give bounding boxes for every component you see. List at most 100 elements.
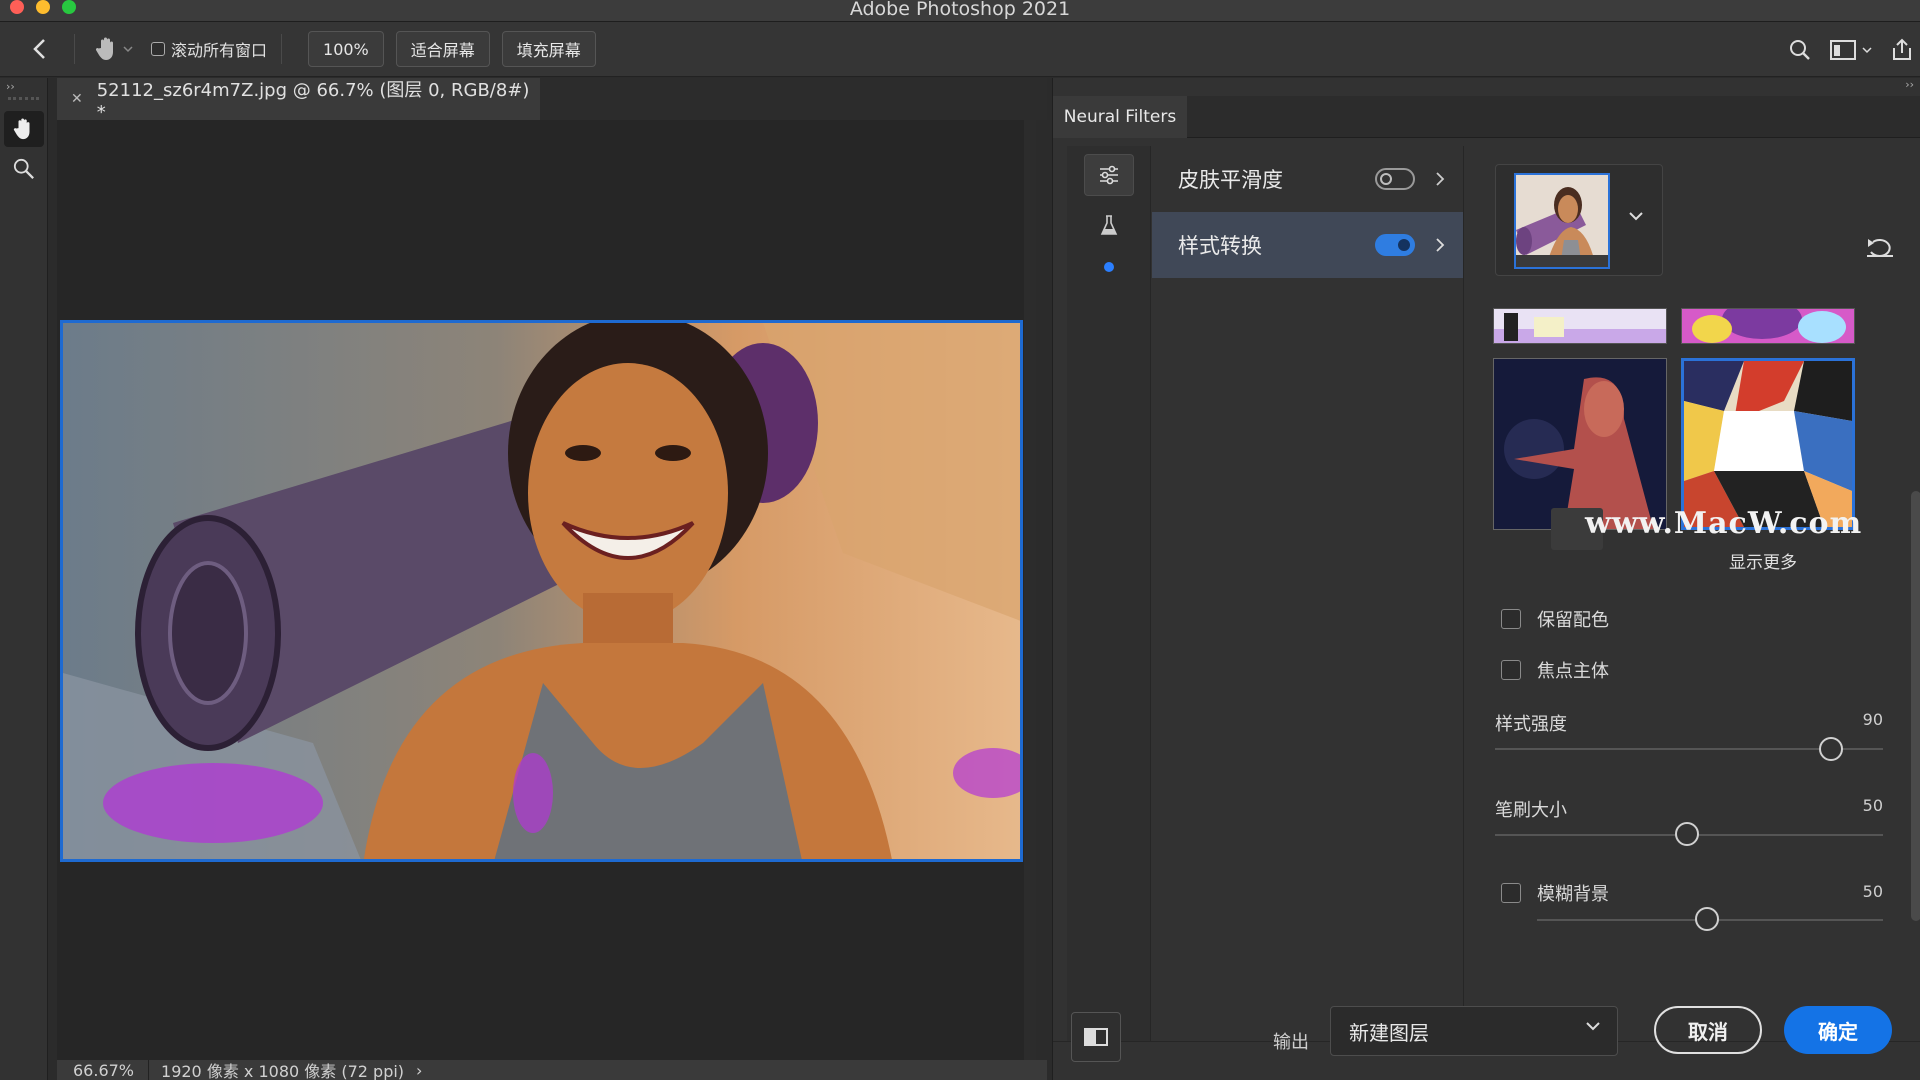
tool-preset-picker[interactable] <box>95 36 133 62</box>
style-preview-image <box>1494 309 1666 343</box>
tab-neural-filters[interactable]: Neural Filters <box>1053 96 1187 138</box>
search-icon[interactable] <box>1788 38 1812 62</box>
hand-icon <box>13 118 29 140</box>
style-strength-slider[interactable] <box>1819 737 1843 761</box>
brush-size-value: 50 <box>1862 796 1883 815</box>
beta-filters-category[interactable] <box>1084 204 1134 246</box>
style-thumbnail[interactable] <box>1493 308 1667 344</box>
chevron-right-icon[interactable] <box>1435 237 1445 253</box>
window-controls <box>10 0 76 14</box>
watermark-text: www.MacW.com <box>1585 506 1863 541</box>
style-preview-image <box>1684 361 1852 527</box>
checkbox-box[interactable] <box>151 42 165 56</box>
show-more-link[interactable]: 显示更多 <box>1465 548 1920 573</box>
options-bar: 滚动所有窗口 100% 适合屏幕 填充屏幕 <box>0 22 1920 77</box>
style-thumbnail-selected[interactable] <box>1681 358 1855 530</box>
filter-row-style-transfer[interactable]: 样式转换 <box>1152 212 1463 278</box>
stylized-portrait-image <box>63 323 1020 859</box>
document-info[interactable]: 1920 像素 x 1080 像素 (72 ppi) <box>149 1058 404 1080</box>
canvas-image[interactable] <box>60 320 1023 862</box>
reset-icon[interactable] <box>1865 236 1895 258</box>
share-icon[interactable] <box>1890 38 1914 62</box>
blur-background-value: 50 <box>1862 882 1883 901</box>
style-preset-dropdown[interactable] <box>1495 164 1663 276</box>
zoom-100-button[interactable]: 100% <box>308 31 384 67</box>
title-bar: Adobe Photoshop 2021 <box>0 0 1920 22</box>
close-window-button[interactable] <box>10 0 24 14</box>
workspace-switcher[interactable] <box>1830 39 1872 61</box>
preserve-color-option[interactable]: 保留配色 <box>1501 606 1609 632</box>
collapse-toggle[interactable]: ›› <box>0 78 47 95</box>
document-tab[interactable]: ✕ 52112_sz6r4m7Z.jpg @ 66.7% (图层 0, RGB/… <box>57 78 540 123</box>
panel-grip[interactable] <box>8 97 39 107</box>
chevron-down-icon <box>1862 46 1872 53</box>
blur-background-label: 模糊背景 <box>1537 884 1609 905</box>
chevron-right-icon[interactable]: › <box>416 1061 422 1080</box>
output-select-value: 新建图层 <box>1349 1020 1429 1045</box>
style-thumbnail[interactable] <box>1493 358 1667 530</box>
tools-panel: ›› <box>0 78 48 1080</box>
fit-screen-button[interactable]: 适合屏幕 <box>395 31 490 67</box>
panel-footer: 输出 新建图层 取消 确定 <box>1053 1006 1920 1080</box>
sliders-icon <box>1099 165 1118 185</box>
zoom-level[interactable]: 66.67% <box>57 1060 150 1080</box>
fill-screen-button[interactable]: 填充屏幕 <box>501 31 596 67</box>
scroll-all-windows-checkbox[interactable]: 滚动所有窗口 <box>151 37 267 61</box>
options-bar-right <box>1788 22 1920 77</box>
filter-row-skin-smoothing[interactable]: 皮肤平滑度 <box>1152 146 1463 212</box>
style-strength-value: 90 <box>1862 710 1883 729</box>
zoom-window-button[interactable] <box>62 0 76 14</box>
chevron-left-icon <box>33 39 45 59</box>
style-thumbnail[interactable] <box>1681 308 1855 344</box>
chevron-right-icon[interactable] <box>1435 171 1445 187</box>
blur-background-slider[interactable] <box>1695 907 1719 931</box>
chevron-down-icon <box>1629 212 1643 221</box>
zoom-icon <box>13 158 34 179</box>
hand-tool[interactable] <box>3 111 44 147</box>
document-tab-title: 52112_sz6r4m7Z.jpg @ 66.7% (图层 0, RGB/8#… <box>96 79 530 123</box>
focus-subject-checkbox[interactable] <box>1501 660 1521 680</box>
neural-filters-panel: ›› Neural Filters 皮肤平滑度 样式转换 www.MacW.co… <box>1052 78 1920 1080</box>
app-title: Adobe Photoshop 2021 <box>849 0 1071 20</box>
panel-tabs: Neural Filters <box>1053 96 1920 138</box>
workspace-icon <box>1830 39 1856 60</box>
divider <box>74 34 75 64</box>
preserve-color-checkbox[interactable] <box>1501 609 1521 629</box>
active-filter-dot <box>1103 262 1114 272</box>
style-transfer-toggle[interactable] <box>1375 234 1415 256</box>
minimize-window-button[interactable] <box>36 0 50 14</box>
style-preview-image <box>1494 359 1666 529</box>
close-tab-icon[interactable]: ✕ <box>71 91 83 107</box>
chevron-down-icon <box>123 46 133 53</box>
blur-background-option[interactable]: 模糊背景 <box>1501 880 1609 906</box>
collapse-toggle[interactable]: ›› <box>1053 78 1920 96</box>
zoom-tool[interactable] <box>4 151 44 187</box>
hand-icon <box>95 37 113 60</box>
filter-category-column <box>1067 146 1151 1041</box>
style-transfer-settings: www.MacW.com 显示更多 保留配色 焦点主体 样式强度 90 笔刷大小… <box>1465 146 1920 1041</box>
before-after-button[interactable] <box>1071 1012 1121 1062</box>
divider <box>281 34 283 64</box>
canvas-scrollbar[interactable] <box>1024 120 1036 1060</box>
ok-button[interactable]: 确定 <box>1784 1006 1892 1054</box>
style-preview-image <box>1682 309 1854 343</box>
style-preview-image <box>1516 175 1608 267</box>
status-bar: 66.67% 1920 像素 x 1080 像素 (72 ppi) › <box>57 1060 1047 1080</box>
output-select[interactable]: 新建图层 <box>1330 1006 1618 1056</box>
output-label: 输出 <box>1273 1032 1309 1053</box>
scroll-all-windows-label: 滚动所有窗口 <box>171 41 268 60</box>
all-filters-category[interactable] <box>1083 154 1134 196</box>
preserve-color-label: 保留配色 <box>1537 610 1609 631</box>
skin-smoothing-toggle[interactable] <box>1375 168 1415 190</box>
cancel-button[interactable]: 取消 <box>1654 1006 1762 1054</box>
back-button[interactable] <box>20 29 60 69</box>
chevron-down-icon <box>1586 1022 1600 1031</box>
focus-subject-option[interactable]: 焦点主体 <box>1501 657 1609 683</box>
brush-size-label: 笔刷大小 <box>1495 800 1567 821</box>
settings-scrollbar[interactable] <box>1911 491 1920 921</box>
blur-background-checkbox[interactable] <box>1501 883 1521 903</box>
focus-subject-label: 焦点主体 <box>1537 661 1609 682</box>
flask-icon <box>1100 215 1117 235</box>
document-tabs: ✕ 52112_sz6r4m7Z.jpg @ 66.7% (图层 0, RGB/… <box>57 78 1047 123</box>
brush-size-slider[interactable] <box>1675 822 1699 846</box>
